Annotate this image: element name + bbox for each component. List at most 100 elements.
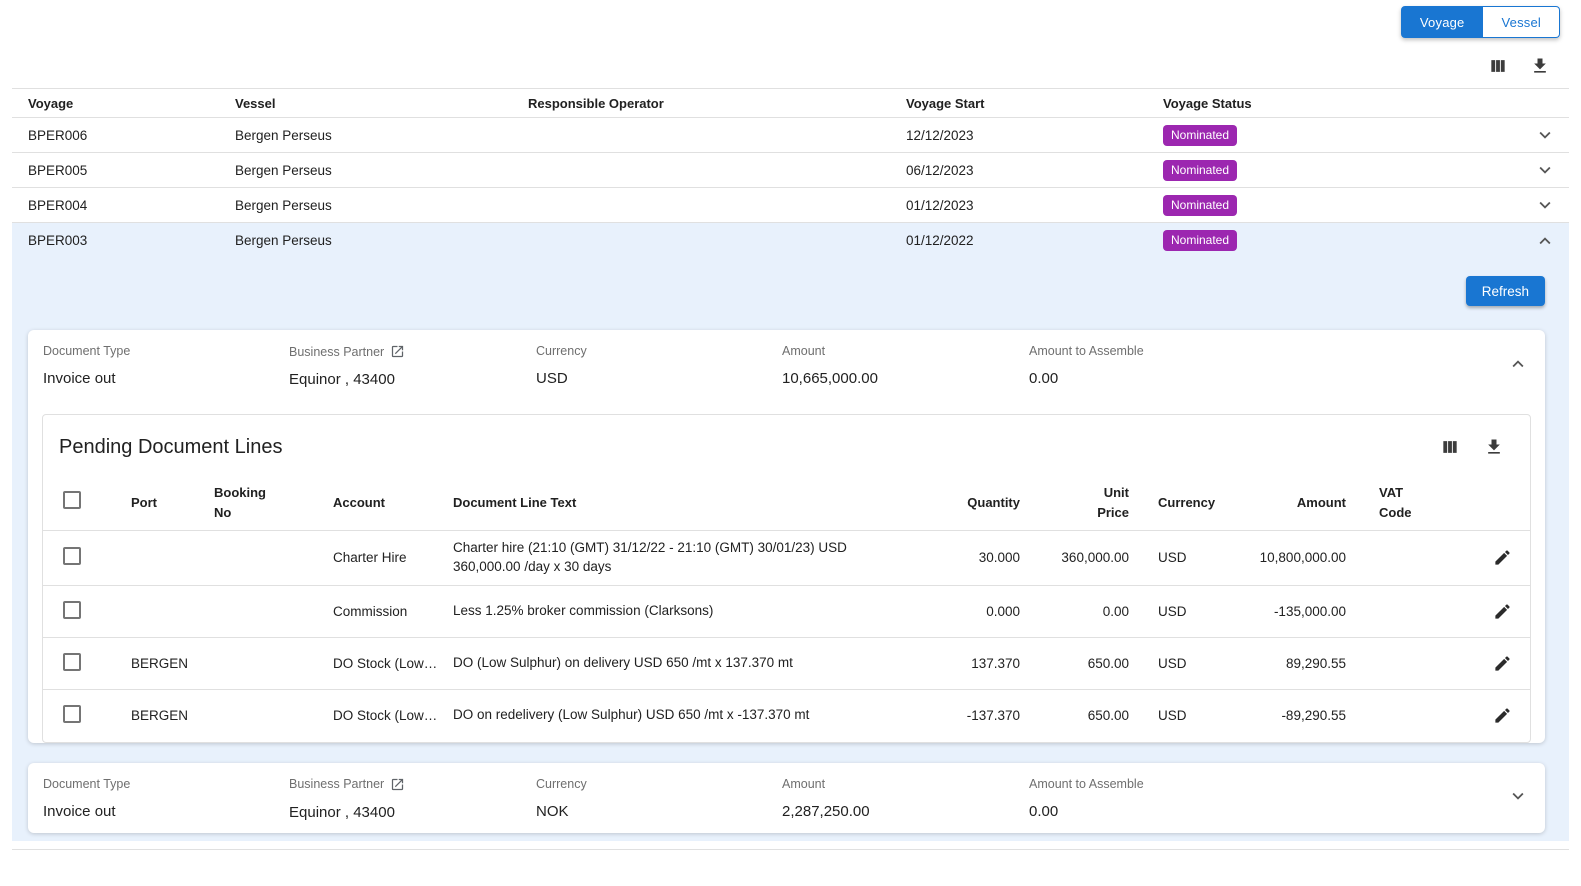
status-badge: Nominated (1163, 195, 1237, 216)
open-in-new-icon[interactable] (390, 344, 405, 359)
business-partner-label-text: Business Partner (289, 345, 384, 359)
view-columns-icon[interactable] (1488, 56, 1508, 76)
vessel-cell: Bergen Perseus (235, 198, 528, 213)
pending-lines-title: Pending Document Lines (59, 433, 282, 461)
currency-cell: USD (1142, 604, 1213, 619)
status-badge: Nominated (1163, 160, 1237, 181)
topbar: Voyage Vessel (0, 0, 1581, 44)
view-columns-icon[interactable] (1440, 437, 1460, 457)
business-partner-field: Business Partner Equinor , 43400 (289, 777, 536, 821)
amount-to-assemble-label: Amount to Assemble (1029, 344, 1497, 358)
amount-cell: -135,000.00 (1213, 604, 1351, 619)
voyage-start-cell: 01/12/2022 (906, 233, 1163, 248)
voyage-start-cell: 12/12/2023 (906, 128, 1163, 143)
account-cell: DO Stock (Low… (333, 656, 453, 671)
chevron-down-icon[interactable] (1521, 124, 1569, 146)
row-checkbox[interactable] (63, 705, 81, 723)
voyage-row[interactable]: BPER006 Bergen Perseus 12/12/2023 Nomina… (12, 118, 1569, 153)
amount-cell: -89,290.55 (1213, 708, 1351, 723)
currency-value: NOK (536, 803, 782, 820)
amount-to-assemble-field: Amount to Assemble 0.00 (1029, 344, 1497, 387)
amount-to-assemble-field: Amount to Assemble 0.00 (1029, 777, 1497, 820)
voyage-table-header: Voyage Vessel Responsible Operator Voyag… (12, 88, 1569, 118)
edit-icon[interactable] (1468, 548, 1530, 567)
column-header-document-line-text: Document Line Text (453, 493, 933, 513)
chevron-down-icon[interactable] (1521, 194, 1569, 216)
voyage-row-expanded[interactable]: BPER003 Bergen Perseus 01/12/2022 Nomina… (12, 223, 1569, 258)
row-checkbox[interactable] (63, 547, 81, 565)
vessel-cell: Bergen Perseus (235, 128, 528, 143)
business-partner-value: Equinor , 43400 (289, 804, 536, 821)
document-card: Document Type Invoice out Business Partn… (28, 763, 1545, 833)
document-summary: Document Type Invoice out Business Partn… (28, 763, 1545, 833)
edit-icon[interactable] (1468, 602, 1530, 621)
chevron-down-icon[interactable] (1521, 159, 1569, 181)
edit-icon[interactable] (1468, 654, 1530, 673)
document-line-text-cell: DO (Low Sulphur) on delivery USD 650 /mt… (453, 654, 933, 673)
column-header-booking-no: Booking No (214, 483, 272, 522)
currency-cell: USD (1142, 708, 1213, 723)
amount-to-assemble-label: Amount to Assemble (1029, 777, 1497, 791)
status-badge: Nominated (1163, 230, 1237, 251)
amount-label: Amount (782, 344, 1029, 358)
row-checkbox[interactable] (63, 653, 81, 671)
business-partner-label-text: Business Partner (289, 777, 384, 791)
document-line-row: Charter Hire Charter hire (21:10 (GMT) 3… (43, 531, 1530, 586)
currency-label: Currency (536, 777, 782, 791)
document-summary: Document Type Invoice out Business Partn… (28, 330, 1545, 400)
document-type-field: Document Type Invoice out (43, 777, 289, 820)
voyage-table: Voyage Vessel Responsible Operator Voyag… (12, 88, 1569, 850)
voyage-row[interactable]: BPER005 Bergen Perseus 06/12/2023 Nomina… (12, 153, 1569, 188)
column-header-voyage: Voyage (28, 96, 235, 111)
refresh-button[interactable]: Refresh (1466, 276, 1545, 306)
currency-field: Currency NOK (536, 777, 782, 820)
pending-lines-toolbar (1440, 437, 1504, 457)
column-header-vessel: Vessel (235, 96, 528, 111)
quantity-cell: 137.370 (933, 656, 1020, 671)
row-checkbox[interactable] (63, 601, 81, 619)
vessel-cell: Bergen Perseus (235, 233, 528, 248)
column-header-account: Account (333, 493, 453, 513)
business-partner-label: Business Partner (289, 344, 536, 359)
amount-cell: 89,290.55 (1213, 656, 1351, 671)
edit-icon[interactable] (1468, 706, 1530, 725)
document-type-value: Invoice out (43, 370, 289, 387)
voyage-cell: BPER006 (28, 128, 235, 143)
column-header-unit-price: Unit Price (1087, 483, 1129, 522)
business-partner-value: Equinor , 43400 (289, 371, 536, 388)
document-line-text-cell: Less 1.25% broker commission (Clarksons) (453, 602, 933, 621)
account-cell: DO Stock (Low… (333, 708, 453, 723)
port-cell: BERGEN (131, 708, 214, 723)
voyage-start-cell: 06/12/2023 (906, 163, 1163, 178)
document-line-text-cell: DO on redelivery (Low Sulphur) USD 650 /… (453, 706, 933, 725)
amount-field: Amount 10,665,000.00 (782, 344, 1029, 387)
column-header-voyage-start: Voyage Start (906, 96, 1163, 111)
voyage-cell: BPER003 (28, 233, 235, 248)
chevron-up-icon[interactable] (1521, 230, 1569, 252)
voyage-start-cell: 01/12/2023 (906, 198, 1163, 213)
currency-cell: USD (1142, 656, 1213, 671)
download-icon[interactable] (1484, 437, 1504, 457)
document-line-row: BERGEN DO Stock (Low… DO on redelivery (… (43, 690, 1530, 742)
voyage-detail-panel: Refresh Document Type Invoice out Busine… (12, 258, 1569, 841)
download-icon[interactable] (1530, 56, 1550, 76)
account-cell: Charter Hire (333, 550, 453, 565)
voyage-toggle-button[interactable]: Voyage (1401, 6, 1484, 38)
voyage-row[interactable]: BPER004 Bergen Perseus 01/12/2023 Nomina… (12, 188, 1569, 223)
select-all-checkbox[interactable] (63, 491, 81, 509)
column-header-responsible-operator: Responsible Operator (528, 96, 906, 111)
open-in-new-icon[interactable] (390, 777, 405, 792)
vessel-cell: Bergen Perseus (235, 163, 528, 178)
unit-price-cell: 0.00 (1020, 604, 1142, 619)
document-line-row: Commission Less 1.25% broker commission … (43, 586, 1530, 638)
column-header-vat-code: VAT Code (1379, 483, 1419, 522)
column-header-quantity: Quantity (933, 493, 1020, 513)
document-card: Document Type Invoice out Business Partn… (28, 330, 1545, 743)
chevron-down-icon[interactable] (1507, 785, 1545, 812)
quantity-cell: -137.370 (933, 708, 1020, 723)
chevron-up-icon[interactable] (1507, 353, 1545, 380)
vessel-toggle-button[interactable]: Vessel (1483, 6, 1560, 38)
amount-to-assemble-value: 0.00 (1029, 370, 1497, 387)
amount-value: 10,665,000.00 (782, 370, 1029, 387)
pending-document-lines-card: Pending Document Lines Port (42, 414, 1531, 743)
